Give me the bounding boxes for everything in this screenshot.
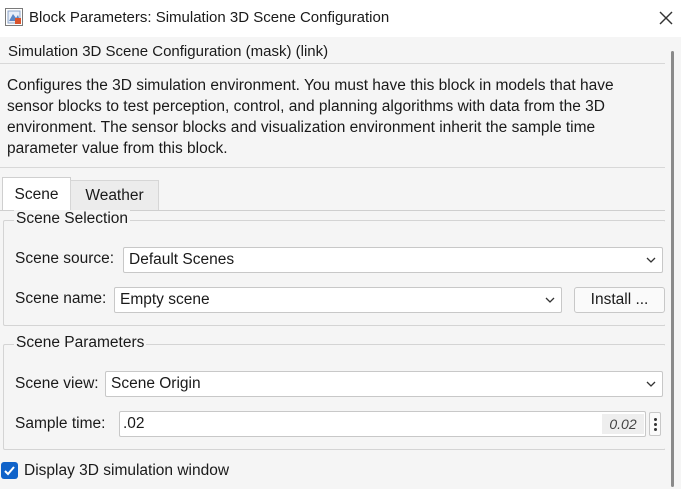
scene-source-label: Scene source: [15, 250, 115, 267]
title-bar: Block Parameters: Simulation 3D Scene Co… [0, 0, 681, 37]
divider [0, 167, 665, 168]
chevron-down-icon [646, 381, 656, 387]
mask-title: Simulation 3D Scene Configuration (mask)… [8, 43, 329, 60]
tab-scene[interactable]: Scene [2, 177, 71, 211]
display-3d-window-label: Display 3D simulation window [24, 462, 230, 479]
tab-weather[interactable]: Weather [70, 180, 159, 210]
scene-parameters-title: Scene Parameters [14, 334, 147, 352]
scene-name-dropdown[interactable]: Empty scene [114, 287, 562, 313]
divider [0, 63, 665, 64]
checkmark-icon [4, 466, 15, 476]
mask-description: Configures the 3D simulation environment… [7, 77, 614, 157]
scene-view-label: Scene view: [15, 375, 99, 392]
install-button[interactable]: Install ... [574, 287, 665, 313]
scene-parameters-group: Scene Parameters Scene view: Scene Origi… [3, 334, 666, 450]
sample-time-value: .02 [123, 415, 145, 432]
more-options-icon[interactable] [649, 412, 661, 436]
scene-source-dropdown[interactable]: Default Scenes [123, 247, 663, 273]
sample-time-input[interactable]: .02 0.02 [119, 411, 646, 437]
sample-time-evaluated: 0.02 [602, 414, 644, 434]
chevron-down-icon [545, 297, 555, 303]
simulink-block-icon [5, 8, 23, 26]
display-3d-window-checkbox[interactable] [1, 462, 18, 479]
vertical-scrollbar[interactable] [665, 37, 681, 489]
scene-source-value: Default Scenes [129, 251, 235, 268]
window-title: Block Parameters: Simulation 3D Scene Co… [29, 9, 390, 26]
scene-view-dropdown[interactable]: Scene Origin [105, 371, 663, 397]
scene-selection-group: Scene Selection Scene source: Default Sc… [3, 210, 666, 326]
dialog-content: Simulation 3D Scene Configuration (mask)… [0, 37, 666, 489]
scene-name-value: Empty scene [120, 291, 210, 308]
scene-view-value: Scene Origin [111, 375, 201, 392]
sample-time-label: Sample time: [15, 415, 106, 432]
scrollbar-thumb[interactable] [671, 51, 674, 487]
close-icon[interactable] [652, 4, 680, 32]
scene-name-label: Scene name: [15, 290, 107, 307]
chevron-down-icon [646, 257, 656, 263]
scene-selection-title: Scene Selection [14, 210, 131, 228]
tab-bar: Scene Weather [0, 177, 665, 211]
